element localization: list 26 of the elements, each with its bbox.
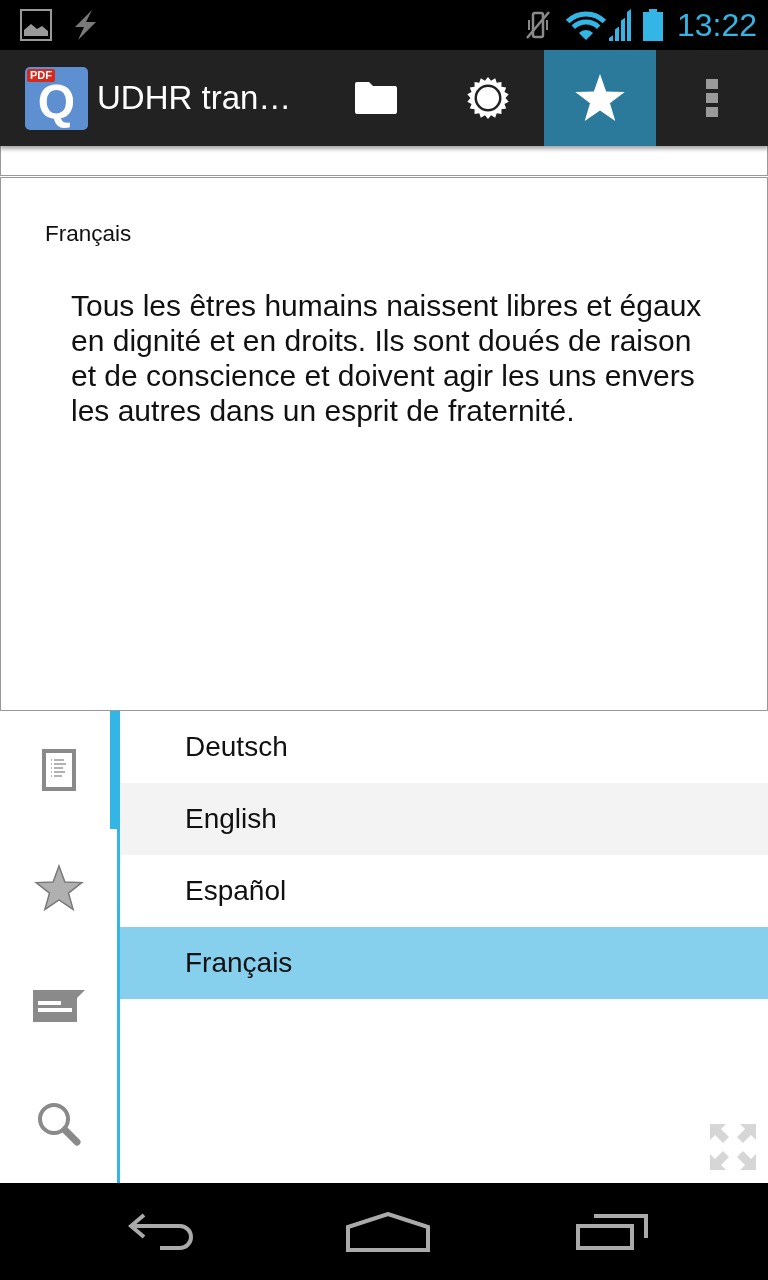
pdf-badge: PDF bbox=[27, 68, 55, 82]
folder-icon bbox=[355, 82, 397, 114]
star-icon bbox=[32, 863, 85, 913]
language-item[interactable]: Español bbox=[120, 855, 768, 927]
star-icon bbox=[574, 73, 626, 123]
app-title: UDHR tran… bbox=[97, 79, 292, 117]
muted-phone-icon bbox=[524, 9, 551, 41]
language-item[interactable]: Français bbox=[120, 927, 768, 999]
page-language-label: Français bbox=[45, 221, 133, 247]
clock-time: 13:22 bbox=[676, 9, 757, 41]
overflow-menu-icon bbox=[706, 79, 718, 117]
sun-icon bbox=[467, 77, 509, 119]
document-icon bbox=[41, 749, 76, 791]
favorites-button[interactable] bbox=[544, 50, 656, 146]
back-icon[interactable] bbox=[128, 1212, 196, 1251]
language-item[interactable]: English bbox=[120, 783, 768, 855]
page-text: Tous les êtres humains naissent libres et égaux en dignité et en droits. Ils sont doués de raison et de conscience et doivent agir les uns envers les autres dans un esprit de fraternité. bbox=[71, 288, 703, 428]
search-icon bbox=[36, 1102, 81, 1146]
signal-icon bbox=[608, 9, 631, 41]
recent-apps-icon[interactable] bbox=[576, 1213, 648, 1250]
image-icon bbox=[20, 9, 52, 41]
home-icon[interactable] bbox=[346, 1211, 430, 1252]
wifi-icon bbox=[564, 9, 607, 41]
language-item[interactable]: Deutsch bbox=[120, 711, 768, 783]
battery-icon bbox=[642, 9, 663, 41]
comment-icon bbox=[32, 990, 85, 1022]
